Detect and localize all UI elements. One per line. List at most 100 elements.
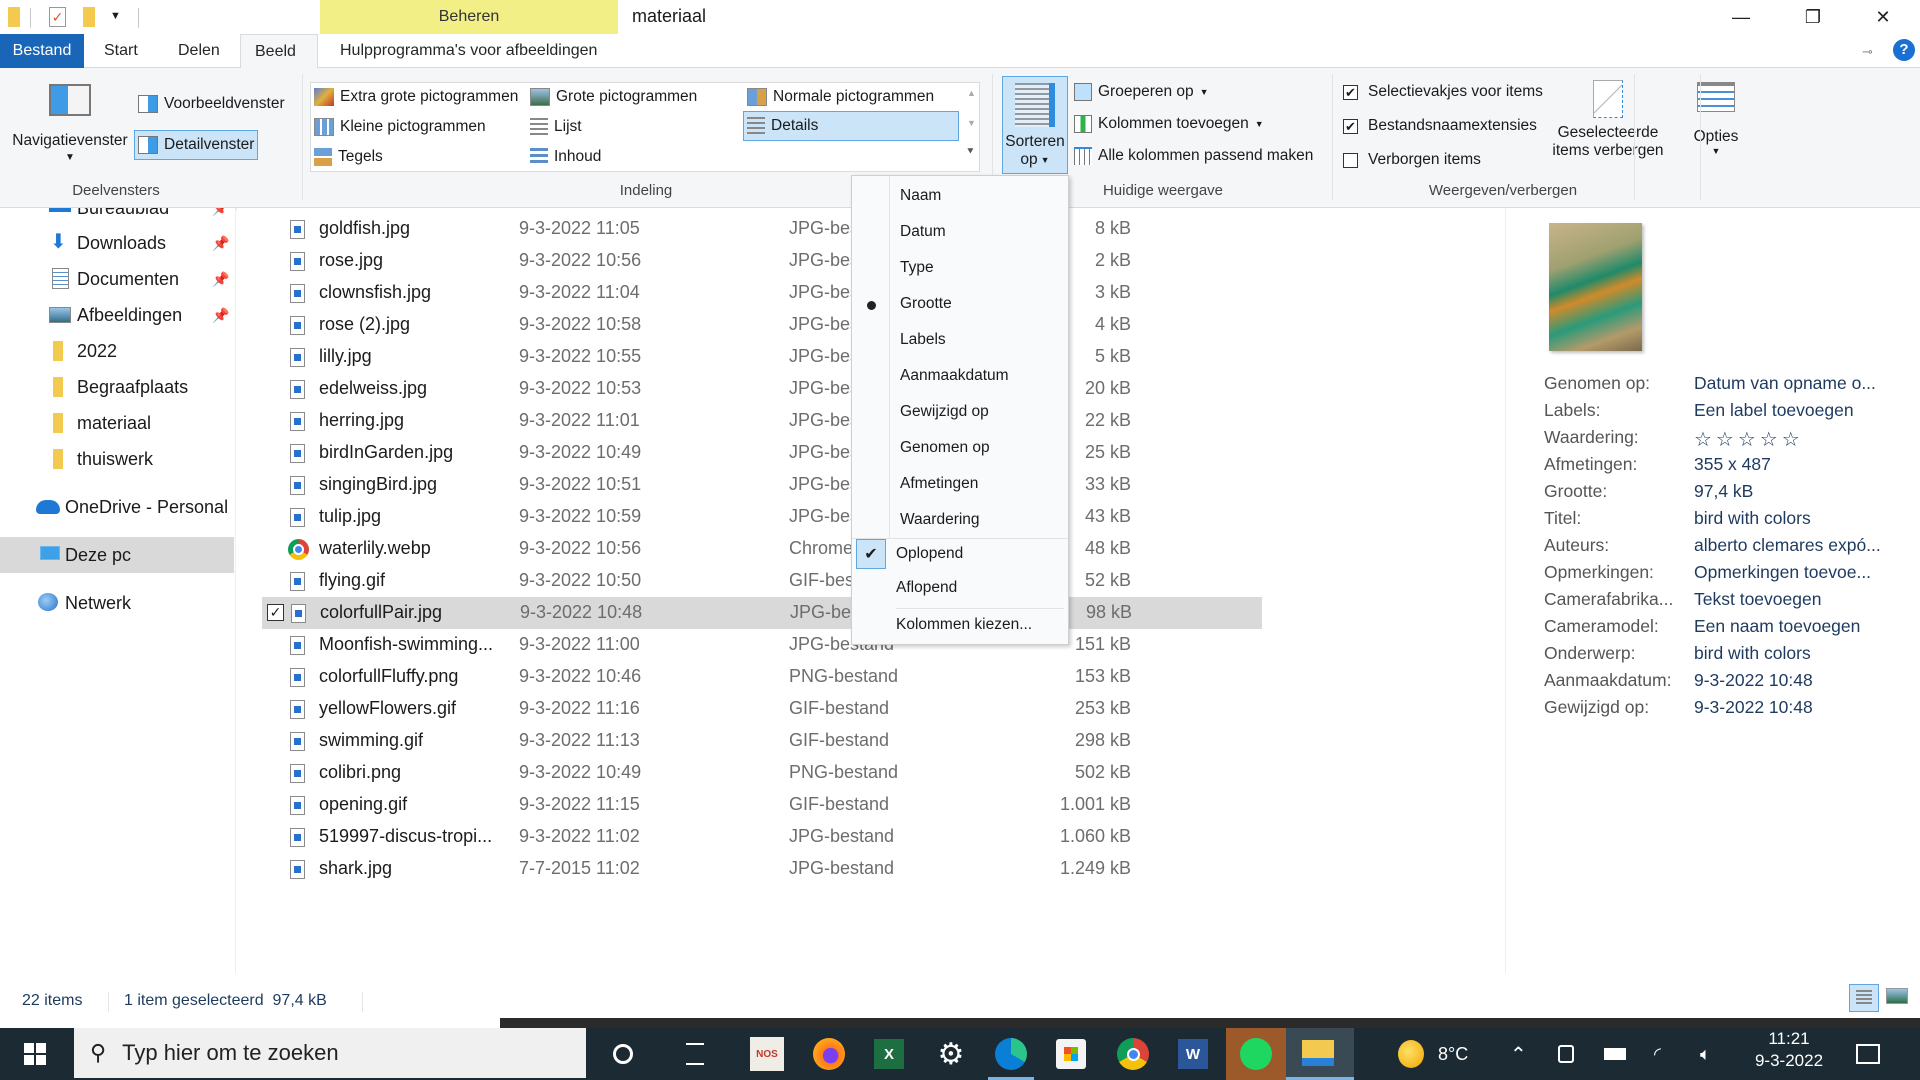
clock[interactable]: 11:21 9-3-2022 <box>1748 1028 1830 1080</box>
pin-icon[interactable]: 📌 <box>212 208 229 217</box>
pin-ribbon-icon[interactable]: ⊸ <box>1862 44 1873 60</box>
file-row[interactable]: rose (2).jpg 9-3-2022 10:58 JPG-bes 4 kB <box>261 309 1261 341</box>
menu-item-sort-field[interactable]: Afmetingen <box>900 475 978 493</box>
gallery-scroll-up-icon[interactable]: ▲ <box>967 88 976 98</box>
nav-item-folder-thuiswerk[interactable]: thuiswerk <box>0 441 234 477</box>
file-row[interactable]: herring.jpg 9-3-2022 11:01 JPG-bes 22 kB <box>261 405 1261 437</box>
nav-item-network[interactable]: Netwerk <box>0 585 234 621</box>
tab-share[interactable]: Delen <box>164 34 234 68</box>
file-row[interactable]: shark.jpg 7-7-2015 11:02 JPG-bestand 1.249 … <box>261 853 1261 885</box>
tab-start[interactable]: Start <box>90 34 152 68</box>
property-value[interactable]: Datum van opname o... <box>1694 373 1876 394</box>
file-row[interactable]: lilly.jpg 9-3-2022 10:55 JPG-bes 5 kB <box>261 341 1261 373</box>
hidden-items-toggle[interactable]: Verborgen items <box>1343 148 1481 172</box>
property-value[interactable]: alberto clemares expó... <box>1694 535 1881 556</box>
menu-item-sort-field[interactable]: Grootte <box>900 295 952 313</box>
layout-details[interactable]: Details <box>743 111 959 141</box>
hide-selected-items-button[interactable]: Geselecteerde items verbergen <box>1550 80 1666 176</box>
pin-icon[interactable]: 📌 <box>212 271 229 288</box>
item-checkboxes-toggle[interactable]: ✔ Selectievakjes voor items <box>1343 80 1543 104</box>
nav-item-folder-begraafplaats[interactable]: Begraafplaats <box>0 369 234 405</box>
battery-button[interactable] <box>1604 1028 1626 1080</box>
nav-item-folder-2022[interactable]: 2022 <box>0 333 234 369</box>
layout-tiles[interactable]: Tegels <box>314 144 383 170</box>
excel-button[interactable]: X <box>870 1036 908 1072</box>
property-value[interactable]: 9-3-2022 10:48 <box>1694 697 1813 718</box>
preview-pane-button[interactable]: Voorbeeldvenster <box>134 90 289 118</box>
show-hidden-icons-button[interactable]: ⌃ <box>1510 1028 1527 1080</box>
wifi-button[interactable]: ◜ <box>1654 1028 1661 1080</box>
new-folder-icon[interactable] <box>83 7 95 27</box>
file-row[interactable]: swimming.gif 9-3-2022 11:13 GIF-bestand 298… <box>261 725 1261 757</box>
navigation-pane-button[interactable]: Navigatievenster ▼ <box>10 82 130 182</box>
property-value[interactable]: 97,4 kB <box>1694 481 1753 502</box>
menu-item-choose-columns[interactable]: Kolommen kiezen... <box>896 616 1032 634</box>
file-row[interactable]: 519997-discus-tropi... 9-3-2022 11:02 JPG-… <box>261 821 1261 853</box>
gallery-expand-icon[interactable]: ⯆ <box>966 146 975 159</box>
task-view-button[interactable] <box>676 1036 714 1072</box>
store-button[interactable] <box>1052 1036 1090 1072</box>
help-icon[interactable]: ? <box>1893 39 1915 61</box>
nav-item-downloads[interactable]: ⬇ Downloads 📌 <box>0 225 234 261</box>
nos-app-button[interactable]: NOS <box>748 1036 786 1072</box>
tab-file[interactable]: Bestand <box>0 34 84 68</box>
sort-by-button[interactable]: Sorteren op ▼ <box>1002 76 1068 174</box>
layout-small-icons[interactable]: Kleine pictogrammen <box>314 114 486 140</box>
property-value[interactable]: Een naam toevoegen <box>1694 616 1860 637</box>
property-value[interactable]: Opmerkingen toevoe... <box>1694 562 1871 583</box>
customize-toolbar-chevron-icon[interactable]: ▼ <box>110 10 121 22</box>
meet-now-button[interactable] <box>1558 1028 1574 1080</box>
properties-icon[interactable]: ✓ <box>49 7 66 27</box>
file-row[interactable]: colibri.png 9-3-2022 10:49 PNG-bestand 502 … <box>261 757 1261 789</box>
file-row[interactable]: Moonfish-swimming... 9-3-2022 11:00 JPG-be… <box>261 629 1261 661</box>
details-view-toggle[interactable] <box>1849 984 1879 1012</box>
settings-button[interactable]: ⚙ <box>932 1036 970 1072</box>
menu-item-sort-field[interactable]: Naam <box>900 187 941 205</box>
weather-widget[interactable]: 8°C <box>1398 1028 1468 1080</box>
start-button[interactable] <box>16 1036 54 1072</box>
spotify-button[interactable] <box>1226 1028 1286 1080</box>
menu-item-descending[interactable]: Aflopend <box>896 579 957 597</box>
menu-item-sort-field[interactable]: Datum <box>900 223 946 241</box>
property-value[interactable]: Een label toevoegen <box>1694 400 1854 421</box>
tab-view[interactable]: Beeld <box>240 34 318 69</box>
property-value[interactable]: 355 x 487 <box>1694 454 1771 475</box>
file-row[interactable]: flying.gif 9-3-2022 10:50 GIF-bes 52 kB <box>261 565 1261 597</box>
file-row[interactable]: waterlily.webp 9-3-2022 10:56 Chrome 48 kB <box>261 533 1261 565</box>
nav-item-documents[interactable]: Documenten 📌 <box>0 261 234 297</box>
action-center-button[interactable] <box>1856 1028 1880 1080</box>
volume-button[interactable]: 🔈︎ <box>1700 1028 1711 1080</box>
file-row[interactable]: colorfullFluffy.png 9-3-2022 10:46 PNG-bes… <box>261 661 1261 693</box>
nav-item-folder-materiaal[interactable]: materiaal <box>0 405 234 441</box>
firefox-button[interactable] <box>810 1036 848 1072</box>
file-row[interactable]: goldfish.jpg 9-3-2022 11:05 JPG-bes 8 kB <box>261 213 1261 245</box>
maximize-button[interactable]: ❐ <box>1782 0 1844 34</box>
nav-item-onedrive[interactable]: OneDrive - Personal <box>0 489 234 525</box>
file-row[interactable]: singingBird.jpg 9-3-2022 10:51 JPG-bes 33 k… <box>261 469 1261 501</box>
cortana-button[interactable] <box>604 1036 642 1072</box>
edge-button[interactable] <box>992 1036 1030 1072</box>
menu-item-sort-field[interactable]: Aanmaakdatum <box>900 367 1009 385</box>
file-row[interactable]: birdInGarden.jpg 9-3-2022 10:49 JPG-bes 25 … <box>261 437 1261 469</box>
row-checkbox-checked-icon[interactable]: ✓ <box>267 604 284 621</box>
menu-item-ascending[interactable]: Oplopend <box>896 545 963 563</box>
layout-extra-large-icons[interactable]: Extra grote pictogrammen <box>314 84 518 110</box>
close-button[interactable]: ✕ <box>1852 0 1914 34</box>
menu-item-sort-field[interactable]: Labels <box>900 331 946 349</box>
taskbar-search-box[interactable]: ⚲ Typ hier om te zoeken <box>74 1028 586 1078</box>
file-row[interactable]: clownsfish.jpg 9-3-2022 11:04 JPG-bes 3 kB <box>261 277 1261 309</box>
pin-icon[interactable]: 📌 <box>212 235 229 252</box>
options-button[interactable]: Opties ▼ <box>1684 82 1748 178</box>
pin-icon[interactable]: 📌 <box>212 307 229 324</box>
property-value[interactable]: Tekst toevoegen <box>1694 589 1821 610</box>
gallery-scroll-down-icon[interactable]: ▼ <box>967 118 976 128</box>
layout-list[interactable]: Lijst <box>530 114 582 140</box>
chrome-button[interactable] <box>1114 1036 1152 1072</box>
size-all-columns-button[interactable]: Alle kolommen passend maken <box>1074 144 1313 168</box>
word-button[interactable]: W <box>1174 1036 1212 1072</box>
menu-item-sort-field[interactable]: Waardering <box>900 511 980 529</box>
layout-medium-icons[interactable]: Normale pictogrammen <box>747 84 934 110</box>
menu-item-sort-field[interactable]: Type <box>900 259 934 277</box>
menu-item-sort-field[interactable]: Gewijzigd op <box>900 403 989 421</box>
layout-content[interactable]: Inhoud <box>530 144 601 170</box>
